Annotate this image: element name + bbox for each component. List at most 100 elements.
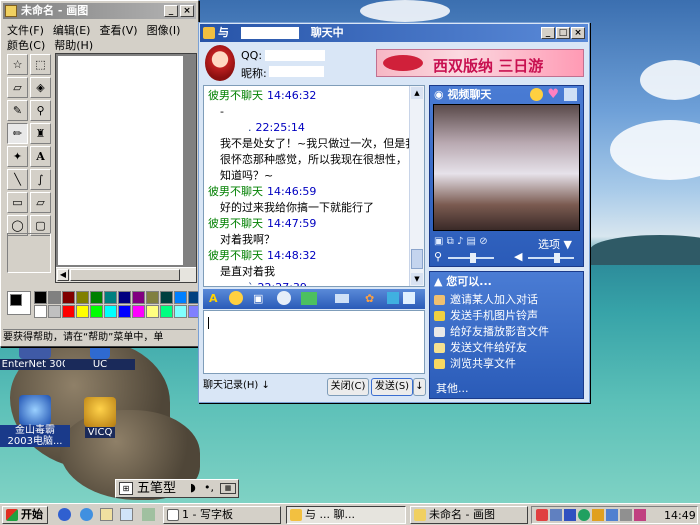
palette-swatch[interactable]: [104, 305, 117, 318]
tray-messenger-icon[interactable]: [606, 509, 618, 521]
options-dropdown[interactable]: 选项 ▼: [538, 236, 572, 252]
task-play-media[interactable]: 给好友播放影音文件: [432, 324, 582, 340]
message-mode-icon[interactable]: [335, 294, 349, 303]
text-icon[interactable]: A: [30, 146, 51, 167]
scroll-thumb[interactable]: [70, 269, 180, 281]
palette-swatch[interactable]: [132, 305, 145, 318]
palette-swatch[interactable]: [174, 305, 187, 318]
tray-network-icon[interactable]: [550, 509, 562, 521]
picker-icon[interactable]: ✎: [7, 100, 28, 121]
scroll-left-icon[interactable]: ◀: [57, 269, 69, 281]
minimize-button[interactable]: _: [164, 5, 178, 17]
palette-swatch[interactable]: [76, 305, 89, 318]
taskbar-qq-chat[interactable]: 与 ... 聊...: [286, 506, 406, 524]
rect-select-icon[interactable]: ⬚: [30, 54, 51, 75]
palette-swatch[interactable]: [104, 291, 117, 304]
ie-quicklaunch-icon[interactable]: [80, 508, 93, 521]
emoticon-icon[interactable]: [229, 291, 243, 305]
minimize-button[interactable]: _: [541, 27, 555, 39]
misc-quicklaunch-icon[interactable]: [142, 508, 155, 521]
music-icon[interactable]: ♪: [457, 236, 463, 247]
stop-icon[interactable]: ⊘: [479, 236, 487, 247]
palette-swatch[interactable]: [118, 291, 131, 304]
smiley-icon[interactable]: [530, 88, 543, 101]
brush-icon[interactable]: ♜: [30, 123, 51, 144]
palette-swatch[interactable]: [48, 305, 61, 318]
tray-status-icon[interactable]: [578, 509, 590, 521]
tray-volume-icon[interactable]: [620, 509, 632, 521]
menu-colors[interactable]: 颜色(C): [7, 39, 45, 52]
send-button[interactable]: 发送(S): [371, 378, 413, 396]
desktop-quicklaunch-icon[interactable]: [100, 508, 113, 521]
desktop-icon-enternet[interactable]: EnterNet 300: [0, 345, 70, 370]
palette-swatch[interactable]: [174, 291, 187, 304]
palette-swatch[interactable]: [118, 305, 131, 318]
palette-swatch[interactable]: [146, 305, 159, 318]
message-input[interactable]: [203, 310, 425, 374]
palette-swatch[interactable]: [34, 305, 47, 318]
friend-avatar[interactable]: [205, 45, 235, 81]
palette-swatch[interactable]: [62, 291, 75, 304]
eraser-icon[interactable]: ▱: [7, 77, 28, 98]
scroll-down-icon[interactable]: ▼: [411, 273, 423, 285]
task-send-file[interactable]: 发送文件给好友: [432, 340, 582, 356]
chat-bubble-icon[interactable]: [277, 291, 291, 305]
desktop-icon-vicq[interactable]: VICQ: [65, 397, 135, 438]
start-button[interactable]: 开始: [2, 506, 48, 524]
palette-swatch[interactable]: [160, 291, 173, 304]
taskbar-paint[interactable]: 未命名 - 画图: [410, 506, 528, 524]
task-invite[interactable]: 邀请某人加入对话: [432, 292, 582, 308]
palette-swatch[interactable]: [48, 291, 61, 304]
drawing-canvas[interactable]: [58, 56, 183, 265]
chat-title-bar[interactable]: 与 聊天中: [200, 24, 588, 42]
rectangle-icon[interactable]: ▭: [7, 192, 28, 213]
line-icon[interactable]: ╲: [7, 169, 28, 190]
record-icon[interactable]: ▤: [467, 236, 476, 247]
plugin-icon[interactable]: ✿: [365, 292, 374, 305]
chat-history-button[interactable]: 聊天记录(H) ↓: [203, 378, 271, 396]
heart-icon[interactable]: ♥: [547, 87, 559, 102]
tool-options-box[interactable]: [7, 233, 51, 273]
screenshot-icon[interactable]: [301, 292, 317, 305]
browser-quicklaunch-icon[interactable]: [58, 508, 71, 521]
menu-image[interactable]: 图像(I): [147, 24, 181, 37]
fullscreen-icon[interactable]: ▣: [434, 236, 443, 247]
speaker-volume-slider[interactable]: [528, 257, 574, 259]
scroll-up-icon[interactable]: ▲: [411, 87, 423, 99]
task-send-ringtone[interactable]: 发送手机图片铃声: [432, 308, 582, 324]
ime-mode-label[interactable]: 五笔型: [137, 481, 176, 496]
send-options-icon[interactable]: ↓: [413, 378, 426, 396]
palette-swatch[interactable]: [90, 305, 103, 318]
explorer-quicklaunch-icon[interactable]: [120, 508, 133, 521]
snapshot-icon[interactable]: ⧉: [447, 236, 454, 247]
palette-swatch[interactable]: [34, 291, 47, 304]
punctuation-icon[interactable]: •,: [204, 481, 214, 494]
font-icon[interactable]: A: [209, 292, 218, 305]
close-chat-button[interactable]: 关闭(C): [327, 378, 369, 396]
message-history[interactable]: 彼男不聊天 14:46:32-. 22:25:14 我不是处女了！~我只做过一次，但是…: [203, 85, 425, 287]
message-scrollbar[interactable]: ▲ ▼: [409, 86, 424, 286]
close-button[interactable]: ×: [571, 27, 585, 39]
mic-slider-thumb[interactable]: [470, 253, 476, 263]
tray-misc-icon[interactable]: [634, 509, 646, 521]
airbrush-icon[interactable]: ✦: [7, 146, 28, 167]
task-browse-shared[interactable]: 浏览共享文件: [432, 356, 582, 372]
maximize-button[interactable]: □: [556, 27, 570, 39]
image-icon[interactable]: ▣: [253, 292, 263, 305]
free-select-icon[interactable]: ☆: [7, 54, 28, 75]
taskbar-wordpad[interactable]: 1 - 写字板: [163, 506, 281, 524]
magnifier-icon[interactable]: ⚲: [30, 100, 51, 121]
menu-file[interactable]: 文件(F): [7, 24, 44, 37]
pencil-icon[interactable]: ✏: [7, 123, 28, 144]
ime-switch-icon[interactable]: ⊞: [119, 482, 133, 495]
curve-icon[interactable]: ∫: [30, 169, 51, 190]
more-icon[interactable]: [403, 292, 415, 304]
ad-banner[interactable]: 西双版纳 三日游: [376, 49, 584, 77]
palette-swatch[interactable]: [160, 305, 173, 318]
other-link[interactable]: 其他...: [436, 380, 469, 396]
menu-edit[interactable]: 编辑(E): [53, 24, 91, 37]
lookup-icon[interactable]: [387, 292, 399, 304]
paint-window[interactable]: 未命名 - 画图 _ × 文件(F) 编辑(E) 查看(V) 图像(I) 颜色(C) 帮…: [0, 0, 201, 347]
tray-antivirus-icon[interactable]: [536, 509, 548, 521]
palette-swatch[interactable]: [62, 305, 75, 318]
